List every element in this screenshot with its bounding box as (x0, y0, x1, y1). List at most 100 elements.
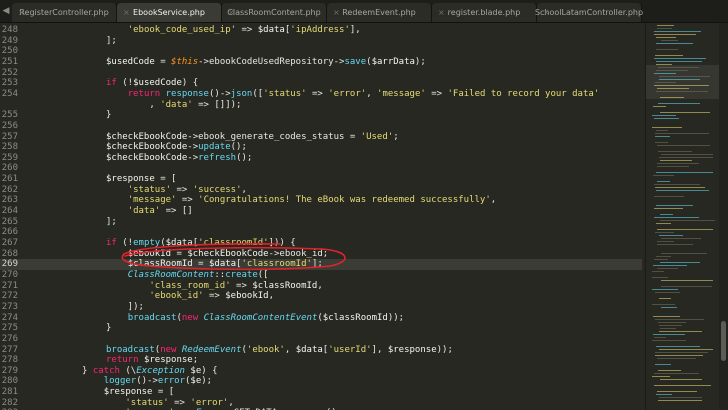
code-token: $checkEbookCode (106, 131, 188, 142)
code-line[interactable]: 255} (0, 110, 642, 121)
minimap-line (660, 97, 684, 98)
code-token: ->ebook_id; (268, 248, 329, 259)
code-token: 'Failed to record your data' (447, 88, 600, 99)
code-line[interactable]: 252 (0, 68, 642, 79)
tab-close-icon[interactable]: × (438, 8, 445, 17)
tab-label: SchoolLatamController.php (534, 8, 644, 17)
minimap-line (656, 256, 671, 257)
line-number: 278 (1, 355, 18, 366)
code-text: 'ebook_code_used_ip' => $data['ipAddress… (106, 25, 361, 36)
tab-ebookservice-php[interactable]: × EbookService.php (117, 3, 222, 22)
code-line[interactable]: , 'data' => []]); (0, 100, 642, 111)
code-line[interactable]: 272 'ebook_id' => $ebookId, (0, 291, 642, 302)
code-editor[interactable]: 248 'ebook_code_used_ip' => $data['ipAdd… (0, 23, 642, 410)
code-line[interactable]: 257 $checkEbookCode->ebook_generate_codes… (0, 132, 642, 143)
minimap[interactable] (645, 23, 720, 410)
minimap-line (657, 358, 696, 359)
code-token: $arrData (371, 56, 415, 67)
code-line[interactable]: 264 'data' => [] (0, 206, 642, 217)
minimap-line (661, 286, 712, 287)
code-text: 'status' => 'success', (106, 185, 247, 196)
code-text: $ebookId = $checkEbookCode->ebook_id; (106, 248, 329, 260)
tab-close-icon[interactable]: × (543, 8, 550, 17)
code-token: ) { (181, 78, 199, 89)
minimap-line (656, 190, 709, 191)
code-line[interactable]: 267 if (!empty($data['classroomId'])) { (0, 238, 642, 249)
code-line[interactable]: 268 $ebookId = $checkEbookCode->ebook_id… (0, 249, 642, 260)
code-line[interactable]: 261 $response = [ (0, 174, 642, 185)
minimap-line (659, 325, 682, 326)
code-line[interactable]: 256 (0, 121, 642, 132)
code-line[interactable]: 271 'class_room_id' => $classRoomId, (0, 281, 642, 292)
minimap-line (654, 337, 666, 338)
code-line[interactable]: 248 'ebook_code_used_ip' => $data['ipAdd… (0, 25, 642, 36)
tab-schoollatamcontroller-php[interactable]: × SchoolLatamController.php (534, 3, 644, 22)
code-text: , 'data' => []]); (106, 100, 241, 111)
code-line[interactable]: 275} (0, 323, 642, 334)
code-token: , (490, 195, 497, 206)
code-token: error (157, 376, 185, 387)
code-token: $classRoomId (252, 280, 318, 291)
minimap-line (660, 262, 700, 263)
minimap-line (653, 265, 687, 266)
line-number: 251 (1, 56, 18, 67)
line-number: 267 (1, 238, 18, 248)
code-line[interactable]: 280 logger()->error($e); (0, 376, 642, 387)
tab-close-icon[interactable]: × (228, 8, 235, 17)
tab-classroomcontent-php[interactable]: × ClassRoomContent.php (222, 3, 327, 22)
code-line[interactable]: 253 if (!$usedCode) { (0, 78, 642, 89)
code-token: return (106, 355, 139, 366)
line-number: 255 (1, 110, 18, 121)
code-line[interactable]: 251 $usedCode = $this->ebookCodeUsedRepos… (0, 57, 642, 68)
code-line[interactable]: 281 $response = [ (0, 387, 642, 398)
minimap-line (658, 67, 699, 68)
code-token: $checkEbookCode (187, 248, 269, 259)
code-line[interactable]: 269 $classRoomId = $data['classroomId']; (0, 259, 642, 271)
code-line[interactable]: 262 'status' => 'success', (0, 185, 642, 196)
minimap-line (656, 37, 676, 38)
code-line[interactable]: 282 'status' => 'error', (0, 398, 642, 409)
code-line[interactable]: 273 ]); (0, 302, 642, 313)
minimap-line (656, 64, 672, 65)
code-line[interactable]: 260 (0, 163, 642, 174)
tab-close-icon[interactable]: × (123, 8, 130, 17)
code-text: 'class_room_id' => $classRoomId, (106, 280, 322, 292)
tab-redeemevent-php[interactable]: × RedeemEvent.php (327, 3, 432, 22)
code-token: , (268, 291, 275, 302)
code-line[interactable]: 276 (0, 334, 642, 345)
code-line[interactable]: 277 broadcast(new RedeemEvent('ebook', $d… (0, 345, 642, 356)
line-number: 281 (1, 387, 18, 398)
code-text: 'message' => 'Congratulations! The eBook… (106, 195, 497, 206)
code-line[interactable]: 266 (0, 227, 642, 238)
tab-register-blade-php[interactable]: × register.blade.php (432, 3, 537, 22)
code-line[interactable]: 259 $checkEbookCode->refresh(); (0, 153, 642, 164)
tab-close-icon[interactable]: × (18, 8, 25, 17)
code-token: $response (387, 344, 437, 355)
minimap-line (653, 334, 685, 335)
minimap-line (659, 157, 713, 158)
code-text: if (!empty($data['classroomId'])) { (106, 238, 296, 249)
code-line[interactable]: 249]; (0, 36, 642, 47)
code-token: 'userId' (328, 344, 372, 355)
minimap-line (655, 82, 676, 83)
code-line[interactable]: 270 ClassRoomContent::create([ (0, 270, 642, 281)
vertical-scrollbar[interactable] (719, 23, 728, 410)
minimap-line (658, 151, 692, 152)
code-line[interactable]: 258 $checkEbookCode->update(); (0, 142, 642, 153)
code-line[interactable]: 278 return $response; (0, 355, 642, 366)
scrollbar-thumb[interactable] (721, 321, 726, 361)
code-line[interactable]: 254 return response()->json(['status' =>… (0, 89, 642, 100)
minimap-line (652, 271, 664, 272)
line-number: 275 (1, 323, 18, 334)
code-line[interactable]: 250 (0, 46, 642, 57)
minimap-line (657, 268, 678, 269)
tab-registercontroller-php[interactable]: × RegisterController.php (12, 3, 117, 22)
code-line[interactable]: 265]; (0, 217, 642, 228)
tab-scroll-left-icon[interactable]: ◀ (0, 0, 12, 22)
minimap-line (654, 58, 706, 59)
code-line[interactable]: 274 broadcast(new ClassRoomContentEvent(… (0, 313, 642, 324)
code-line[interactable]: 263 'message' => 'Congratulations! The e… (0, 195, 642, 206)
code-line[interactable]: 279} catch (\Exception $e) { (0, 366, 642, 377)
tab-close-icon[interactable]: × (333, 8, 340, 17)
